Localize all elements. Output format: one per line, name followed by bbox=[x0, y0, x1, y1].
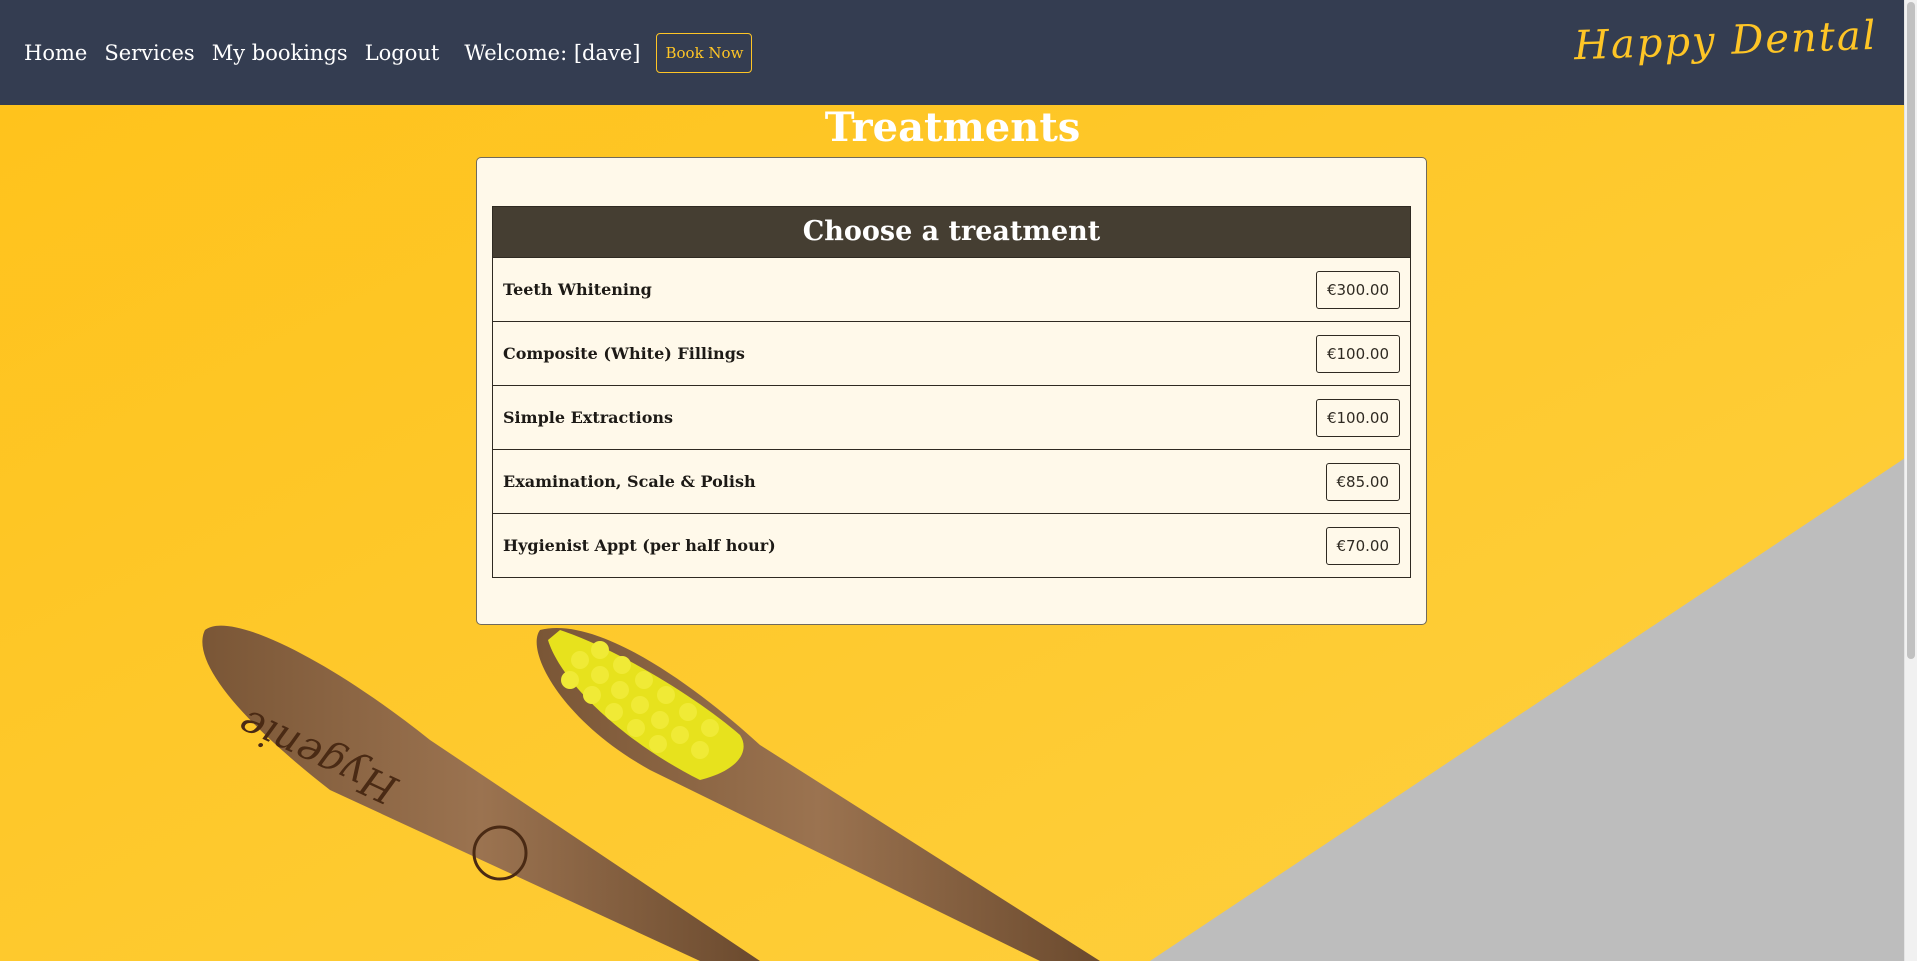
treatment-name: Simple Extractions bbox=[503, 408, 674, 427]
brand-logo[interactable]: Happy Dental bbox=[1573, 13, 1878, 70]
price-button[interactable]: €70.00 bbox=[1325, 526, 1400, 565]
table-row: Simple Extractions €100.00 bbox=[493, 385, 1410, 449]
welcome-text: Welcome: [dave] bbox=[464, 40, 641, 65]
price-button[interactable]: €100.00 bbox=[1315, 398, 1400, 437]
treatment-name: Teeth Whitening bbox=[503, 280, 652, 299]
page-scrollbar[interactable] bbox=[1904, 0, 1917, 961]
table-row: Teeth Whitening €300.00 bbox=[493, 257, 1410, 321]
nav-home-link[interactable]: Home bbox=[24, 41, 87, 65]
price-button[interactable]: €300.00 bbox=[1315, 270, 1400, 309]
treatments-card: Choose a treatment Teeth Whitening €300.… bbox=[476, 157, 1427, 625]
top-navbar: Home Services My bookings Logout Welcome… bbox=[0, 0, 1917, 105]
nav-links: Home Services My bookings Logout Welcome… bbox=[24, 32, 753, 73]
table-row: Hygienist Appt (per half hour) €70.00 bbox=[493, 513, 1410, 577]
price-button[interactable]: €85.00 bbox=[1325, 462, 1400, 501]
table-row: Composite (White) Fillings €100.00 bbox=[493, 321, 1410, 385]
book-now-button[interactable]: Book Now bbox=[656, 32, 753, 73]
treatment-name: Composite (White) Fillings bbox=[503, 344, 745, 363]
price-button[interactable]: €100.00 bbox=[1315, 334, 1400, 373]
nav-logout-link[interactable]: Logout bbox=[365, 41, 440, 65]
treatment-name: Hygienist Appt (per half hour) bbox=[503, 536, 776, 555]
nav-services-link[interactable]: Services bbox=[104, 41, 194, 65]
nav-my-bookings-link[interactable]: My bookings bbox=[212, 41, 348, 65]
page-title: Treatments bbox=[824, 104, 1081, 151]
treatment-name: Examination, Scale & Polish bbox=[503, 472, 756, 491]
table-heading: Choose a treatment bbox=[493, 207, 1410, 257]
scrollbar-thumb[interactable] bbox=[1907, 2, 1915, 659]
treatments-table: Choose a treatment Teeth Whitening €300.… bbox=[492, 206, 1411, 578]
table-row: Examination, Scale & Polish €85.00 bbox=[493, 449, 1410, 513]
